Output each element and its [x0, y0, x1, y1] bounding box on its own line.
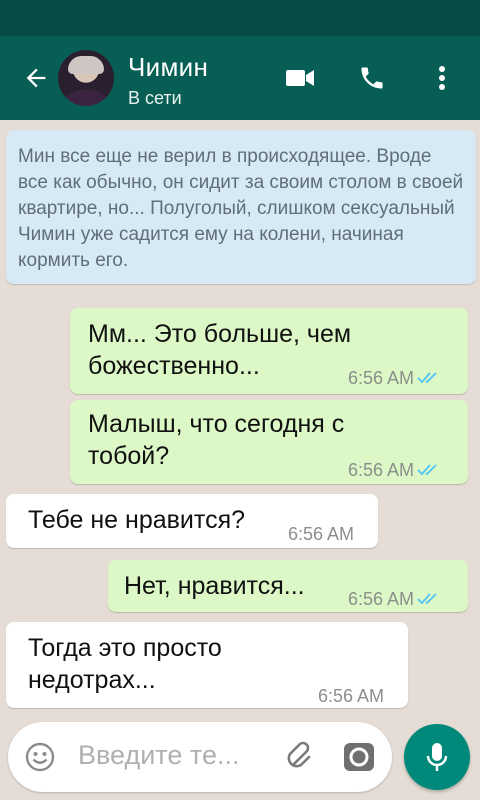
- message-outgoing[interactable]: Малыш, что сегодня с тобой? 6:56 AM: [70, 400, 468, 484]
- notice-message: Мин все еще не верил в происходящее. Вро…: [6, 130, 476, 284]
- mic-icon: [426, 743, 448, 771]
- message-time: 6:56 AM: [348, 368, 415, 388]
- message-meta: 6:56 AM: [318, 680, 384, 712]
- message-outgoing[interactable]: Мм... Это больше, чем божественно... 6:5…: [70, 308, 468, 394]
- message-meta: 6:56 AM: [348, 454, 441, 486]
- avatar-shirt: [62, 90, 110, 106]
- message-meta: 6:56 AM: [288, 518, 354, 550]
- contact-status: В сети: [128, 88, 182, 108]
- message-outgoing[interactable]: Нет, нравится... 6:56 AM: [108, 560, 468, 612]
- more-vert-icon: [439, 66, 445, 90]
- message-text: Малыш, что сегодня с: [88, 410, 345, 438]
- message-meta: 6:56 AM: [348, 583, 441, 615]
- attach-icon[interactable]: [282, 739, 318, 775]
- message-input[interactable]: Введите те...: [78, 740, 239, 771]
- message-time: 6:56 AM: [348, 589, 415, 609]
- contact-name[interactable]: Чимин: [128, 52, 208, 83]
- read-ticks-icon: [417, 593, 437, 605]
- camera-icon[interactable]: [342, 740, 376, 774]
- avatar-hair: [68, 56, 104, 74]
- chat-header: Чимин В сети: [0, 36, 480, 120]
- voice-call-icon: [361, 67, 383, 89]
- avatar[interactable]: [58, 50, 114, 106]
- message-text: Тогда это просто: [28, 634, 222, 662]
- message-text: Нет, нравится...: [124, 572, 305, 600]
- video-call-icon: [286, 70, 314, 86]
- back-arrow-icon: [26, 68, 46, 88]
- read-ticks-icon: [417, 464, 437, 476]
- read-ticks-icon: [417, 372, 437, 384]
- video-call-button[interactable]: [280, 58, 320, 98]
- more-options-button[interactable]: [422, 58, 462, 98]
- message-time: 6:56 AM: [348, 460, 415, 480]
- message-text: Мм... Это больше, чем: [88, 320, 352, 348]
- status-bar: [0, 0, 480, 36]
- message-time: 6:56 AM: [318, 686, 385, 706]
- message-incoming[interactable]: Тогда это просто недотрах... 6:56 AM: [6, 622, 408, 708]
- message-text: Тебе не нравится?: [28, 506, 246, 534]
- message-text: тобой?: [88, 442, 170, 470]
- emoji-icon[interactable]: [24, 741, 56, 773]
- message-text: божественно...: [88, 352, 260, 380]
- message-text: недотрах...: [28, 666, 156, 694]
- message-meta: 6:56 AM: [348, 362, 441, 394]
- message-time: 6:56 AM: [288, 524, 355, 544]
- voice-call-button[interactable]: [352, 58, 392, 98]
- message-composer: Введите те...: [8, 722, 392, 792]
- back-button[interactable]: [18, 60, 54, 96]
- chat-area[interactable]: Мин все еще не верил в происходящее. Вро…: [0, 120, 480, 720]
- message-incoming[interactable]: Тебе не нравится? 6:56 AM: [6, 494, 378, 548]
- voice-record-button[interactable]: [404, 724, 470, 790]
